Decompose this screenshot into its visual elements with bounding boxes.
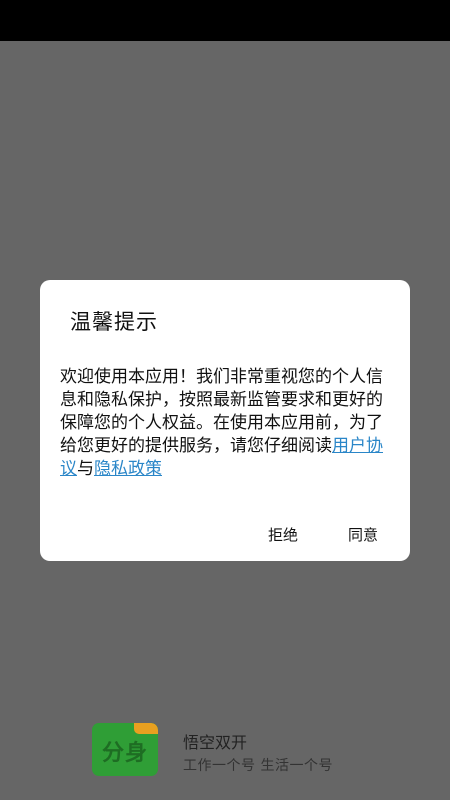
app-slogan: 工作一个号 生活一个号: [183, 758, 333, 774]
app-icon: 分身: [92, 723, 158, 776]
status-bar: [0, 0, 450, 41]
privacy-policy-link[interactable]: 隐私政策: [94, 459, 162, 479]
reject-button[interactable]: 拒绝: [268, 524, 298, 545]
app-name: 悟空双开: [183, 733, 248, 752]
app-icon-text: 分身: [101, 741, 148, 766]
dialog-title: 温馨提示: [70, 310, 158, 334]
connector-text: 与: [77, 459, 94, 479]
agree-button[interactable]: 同意: [348, 524, 378, 545]
dialog-body: 欢迎使用本应用！我们非常重视您的个人信息和隐私保护，按照最新监管要求和更好的保障…: [60, 366, 396, 481]
app-info: 分身 悟空双开 工作一个号 生活一个号: [0, 716, 450, 800]
privacy-dialog: 温馨提示 欢迎使用本应用！我们非常重视您的个人信息和隐私保护，按照最新监管要求和…: [40, 280, 410, 561]
app-icon-badge: [134, 723, 158, 734]
